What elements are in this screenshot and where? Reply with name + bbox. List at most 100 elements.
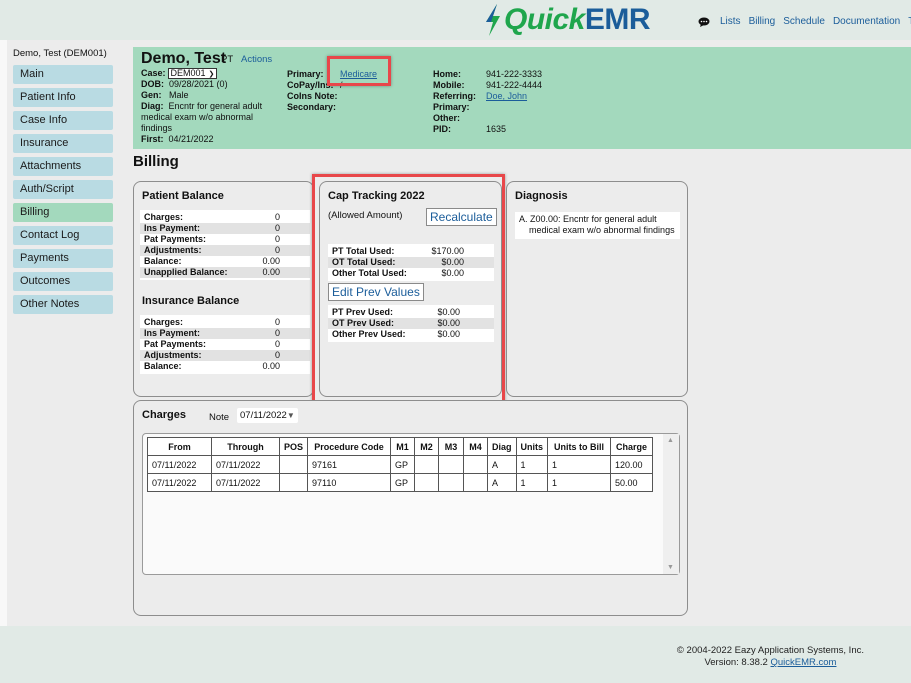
cell-from: 07/11/2022 bbox=[147, 473, 212, 492]
highlight-primary-insurance bbox=[327, 56, 391, 86]
cell-from: 07/11/2022 bbox=[147, 455, 212, 474]
pid-value: 1635 bbox=[486, 124, 507, 134]
quickemr-logo[interactable]: Quick EMR bbox=[482, 2, 651, 38]
sidebar-item-billing[interactable]: Billing bbox=[13, 203, 113, 222]
diagnosis-title: Diagnosis bbox=[515, 190, 568, 202]
version-text: Version: 8.38.2 bbox=[704, 657, 768, 668]
cell-m4 bbox=[463, 455, 489, 474]
charges-panel: Charges Note 07/11/2022▼ From Through PO… bbox=[133, 400, 688, 616]
referring-label: Referring: bbox=[433, 91, 477, 101]
insurance-balance-table: Charges: 0 Ins Payment: 0 Pat Payments: 0 A… bbox=[140, 315, 310, 374]
nav-documentation[interactable]: Documentation bbox=[833, 16, 900, 27]
scroll-up-icon[interactable]: ▲ bbox=[667, 437, 674, 444]
charges-scrollbar[interactable]: ▲ ▼ bbox=[663, 434, 679, 574]
col-units[interactable]: Units bbox=[515, 437, 549, 456]
sidebar-item-payments[interactable]: Payments bbox=[13, 249, 113, 268]
sidebar-item-outcomes[interactable]: Outcomes bbox=[13, 272, 113, 291]
quickemr-link[interactable]: QuickEMR.com bbox=[770, 657, 836, 668]
cell-m2 bbox=[414, 473, 440, 492]
cell-diag: A bbox=[487, 455, 517, 474]
sidebar-item-main[interactable]: Main bbox=[13, 65, 113, 84]
sidebar-item-other-notes[interactable]: Other Notes bbox=[13, 295, 113, 314]
col-m2[interactable]: M2 bbox=[414, 437, 440, 456]
dob-value: 09/28/2021 (0) bbox=[169, 79, 228, 89]
col-diag[interactable]: Diag bbox=[487, 437, 517, 456]
cell-units: 1 bbox=[515, 455, 549, 474]
cell-pos bbox=[278, 455, 309, 474]
kv-row: Pat Payments: 0 bbox=[144, 234, 280, 244]
patient-balance-title: Patient Balance bbox=[142, 190, 224, 202]
cell-m1: GP bbox=[390, 455, 416, 474]
diag-label: Diag: bbox=[141, 101, 164, 111]
note-date-select[interactable]: 07/11/2022▼ bbox=[237, 408, 298, 423]
col-through[interactable]: Through bbox=[211, 437, 280, 456]
col-m1[interactable]: M1 bbox=[390, 437, 416, 456]
kv-row: Ins Payment: 0 bbox=[140, 328, 310, 339]
other-label: Other: bbox=[433, 113, 460, 123]
charges-title: Charges bbox=[142, 409, 187, 421]
coins-note-label: CoIns Note: bbox=[287, 91, 338, 101]
logo-quick: Quick bbox=[504, 3, 585, 36]
col-pos[interactable]: POS bbox=[278, 437, 309, 456]
nav-billing[interactable]: Billing bbox=[749, 16, 776, 27]
sidebar-item-insurance[interactable]: Insurance bbox=[13, 134, 113, 153]
table-row[interactable]: 07/11/2022 07/11/2022 97110 GP A 1 1 50.… bbox=[147, 473, 654, 492]
cell-through: 07/11/2022 bbox=[211, 473, 280, 492]
col-procedure-code[interactable]: Procedure Code bbox=[307, 437, 392, 456]
top-nav: Lists Billing Schedule Documentation Te bbox=[698, 16, 911, 27]
charges-table: From Through POS Procedure Code M1 M2 M3… bbox=[147, 437, 654, 492]
diagnosis-panel: Diagnosis A. Z00.00: Encntr for general … bbox=[506, 181, 688, 397]
sidebar-item-case-info[interactable]: Case Info bbox=[13, 111, 113, 130]
billing-title: Billing bbox=[133, 153, 179, 170]
sidebar-item-attachments[interactable]: Attachments bbox=[13, 157, 113, 176]
mobile-value: 941-222-4444 bbox=[486, 80, 543, 90]
insurance-balance-title: Insurance Balance bbox=[142, 295, 240, 307]
patient-balance-table: Charges: 0 Ins Payment: 0 Pat Payments: 0 A… bbox=[140, 210, 310, 280]
referring-link[interactable]: Doe, John bbox=[486, 91, 527, 102]
cell-procedure-code: 97110 bbox=[307, 473, 392, 492]
kv-row: Charges: 0 bbox=[144, 317, 280, 327]
patient-label: Demo, Test (DEM001) bbox=[13, 48, 107, 59]
cell-units-to-bill: 1 bbox=[547, 473, 612, 492]
cell-units-to-bill: 1 bbox=[547, 455, 612, 474]
col-units-to-bill[interactable]: Units to Bill bbox=[547, 437, 612, 456]
cell-charge: 50.00 bbox=[610, 473, 654, 492]
balance-panel: Patient Balance Charges: 0 Ins Payment: 0 … bbox=[133, 181, 314, 397]
kv-row: Ins Payment: 0 bbox=[140, 223, 310, 234]
first-value: 04/21/2022 bbox=[168, 134, 214, 144]
page-body: Demo, Test (DEM001) Main Patient Info Ca… bbox=[0, 40, 911, 626]
actions-link[interactable]: Actions bbox=[241, 54, 272, 65]
sidebar-item-contact-log[interactable]: Contact Log bbox=[13, 226, 113, 245]
home-value: 941-222-3333 bbox=[486, 69, 543, 79]
cell-m4 bbox=[463, 473, 489, 492]
table-row[interactable]: 07/11/2022 07/11/2022 97161 GP A 1 1 120… bbox=[147, 455, 654, 474]
cell-pos bbox=[278, 473, 309, 492]
cell-diag: A bbox=[487, 473, 517, 492]
patient-header: Demo, Test PT Actions Case: DEM001 ❯ DOB:… bbox=[133, 47, 911, 149]
kv-row: Balance: 0.00 bbox=[144, 256, 280, 266]
lightning-bolt-icon bbox=[486, 4, 500, 36]
col-from[interactable]: From bbox=[147, 437, 212, 456]
case-select[interactable]: DEM001 ❯ bbox=[167, 68, 218, 79]
gen-value: Male bbox=[169, 90, 189, 100]
header-col-contact: Home: 941-222-3333 Mobile: 941-222-4444 Re… bbox=[433, 69, 542, 135]
kv-row: Charges: 0 bbox=[144, 212, 280, 222]
cell-m2 bbox=[414, 455, 440, 474]
col-m4[interactable]: M4 bbox=[463, 437, 489, 456]
sidebar-nav: Main Patient Info Case Info Insurance At… bbox=[13, 65, 113, 318]
cell-m1: GP bbox=[390, 473, 416, 492]
dropdown-arrow-icon: ▼ bbox=[286, 411, 295, 420]
chevron-down-icon: ❯ bbox=[208, 71, 215, 78]
nav-lists[interactable]: Lists bbox=[720, 16, 741, 27]
sidebar-item-auth-script[interactable]: Auth/Script bbox=[13, 180, 113, 199]
chat-bubble-icon[interactable] bbox=[698, 17, 710, 27]
col-m3[interactable]: M3 bbox=[438, 437, 465, 456]
cell-m3 bbox=[438, 455, 465, 474]
nav-schedule[interactable]: Schedule bbox=[783, 16, 825, 27]
cell-charge: 120.00 bbox=[610, 455, 654, 474]
col-charge[interactable]: Charge bbox=[610, 437, 654, 456]
scroll-down-icon[interactable]: ▼ bbox=[667, 564, 674, 571]
kv-row: Adjustments: 0 bbox=[140, 245, 310, 256]
first-label: First: bbox=[141, 134, 164, 144]
sidebar-item-patient-info[interactable]: Patient Info bbox=[13, 88, 113, 107]
